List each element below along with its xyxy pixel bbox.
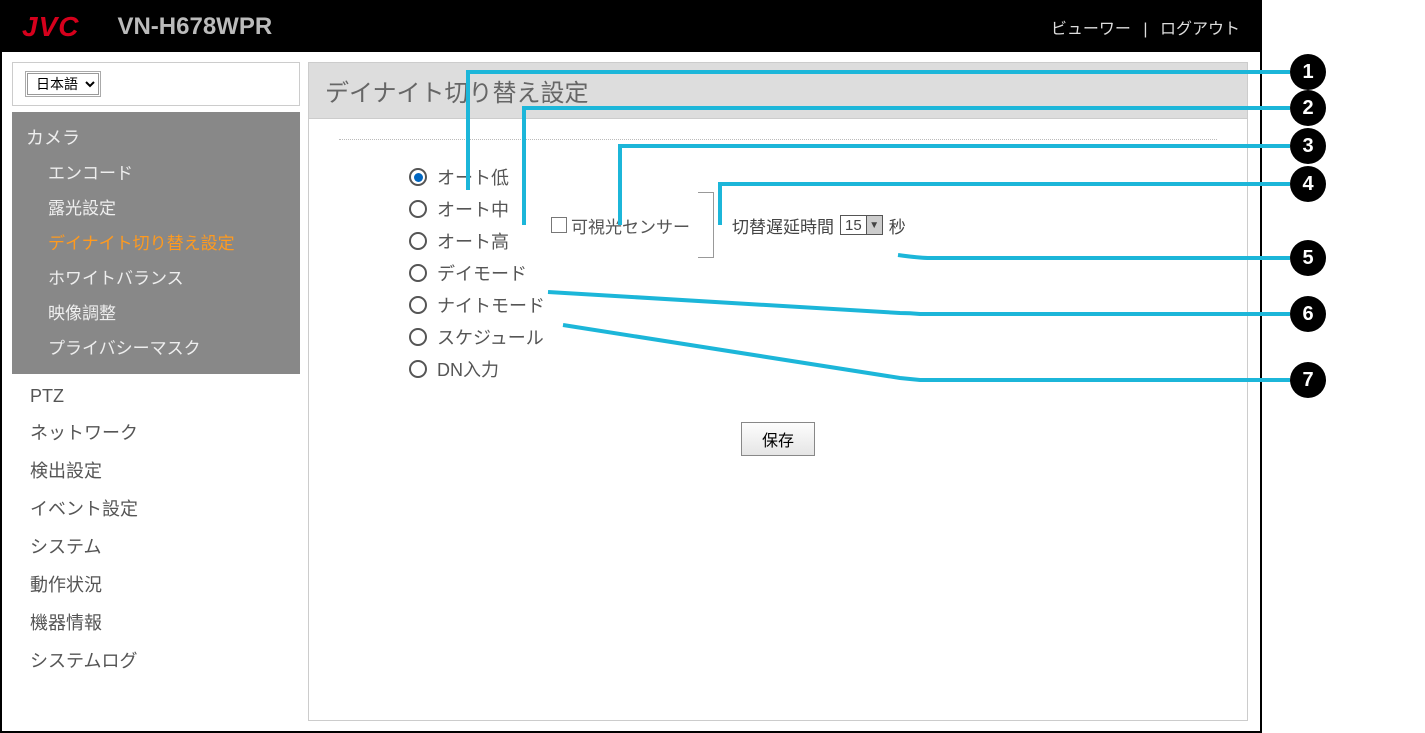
nav-camera-head[interactable]: カメラ [12,120,300,154]
mode-radio-3[interactable] [409,264,427,282]
visible-light-sensor-checkbox[interactable] [551,217,567,233]
mode-radio-label-1: オート中 [437,196,509,222]
mode-radio-1[interactable] [409,200,427,218]
logout-link[interactable]: ログアウト [1160,21,1240,38]
header-separator: | [1143,21,1147,38]
mode-radio-row-5[interactable]: スケジュール [409,324,545,350]
sidebar-camera-item-4[interactable]: 映像調整 [12,294,300,329]
nav-camera-section: カメラ エンコード露光設定デイナイト切り替え設定ホワイトバランス映像調整プライバ… [12,112,300,374]
mode-radio-group: オート低オート中オート高デイモードナイトモードスケジュール DN入力 [409,164,545,388]
sidebar-camera-item-3[interactable]: ホワイトバランス [12,259,300,294]
main-panel: デイナイト切り替え設定 オート低オート中オート高デイモードナイトモードスケジュー… [308,62,1248,721]
delay-select[interactable]: 15 ▼ [840,215,883,235]
language-select[interactable]: 日本語 [25,71,101,97]
sidebar-item-6[interactable]: 機器情報 [12,603,300,641]
mode-radio-4[interactable] [409,296,427,314]
header-right: ビューワー | ログアウト [1051,15,1240,39]
main-content: オート低オート中オート高デイモードナイトモードスケジュール DN入力 可視光センサ… [309,119,1247,476]
sidebar-item-7[interactable]: システムログ [12,641,300,679]
sidebar-camera-item-1[interactable]: 露光設定 [12,189,300,224]
save-button[interactable]: 保存 [741,422,815,456]
sidebar-item-1[interactable]: ネットワーク [12,413,300,451]
sidebar-item-4[interactable]: システム [12,527,300,565]
mode-radio-label-5: スケジュール [437,324,544,350]
page-title: デイナイト切り替え設定 [309,63,1247,119]
mode-radio-row-4[interactable]: ナイトモード [409,292,545,318]
separator-line [339,139,1217,140]
visible-light-sensor-label: 可視光センサー [571,213,690,238]
sidebar-camera-item-5[interactable]: プライバシーマスク [12,329,300,364]
mode-radio-row-2[interactable]: オート高 [409,228,545,254]
sidebar-camera-item-2[interactable]: デイナイト切り替え設定 [12,224,300,259]
header-bar: JVC VN-H678WPR ビューワー | ログアウト [2,2,1260,52]
mode-radio-row-0[interactable]: オート低 [409,164,545,190]
mode-radio-row-3[interactable]: デイモード [409,260,545,286]
callout-bubble-3: 3 [1290,128,1326,164]
brand-logo: JVC [22,11,79,43]
mode-radio-2[interactable] [409,232,427,250]
app-window: JVC VN-H678WPR ビューワー | ログアウト 日本語 カメラ エンコ… [0,0,1262,733]
callout-bubble-2: 2 [1290,90,1326,126]
language-panel: 日本語 [12,62,300,106]
mode-radio-0[interactable] [409,168,427,186]
sidebar-item-0[interactable]: PTZ [12,380,300,413]
callout-bubble-4: 4 [1290,166,1326,202]
viewer-link[interactable]: ビューワー [1051,21,1131,38]
callout-bubble-6: 6 [1290,296,1326,332]
sidebar-item-5[interactable]: 動作状況 [12,565,300,603]
body-layout: 日本語 カメラ エンコード露光設定デイナイト切り替え設定ホワイトバランス映像調整… [2,52,1260,731]
delay-unit: 秒 [889,213,906,238]
mode-radio-label-4: ナイトモード [437,292,545,318]
save-row: 保存 [339,422,1217,456]
mode-radio-label-0: オート低 [437,164,509,190]
sidebar: 日本語 カメラ エンコード露光設定デイナイト切り替え設定ホワイトバランス映像調整… [12,62,300,721]
callout-bubble-7: 7 [1290,362,1326,398]
mode-radio-label-2: オート高 [437,228,509,254]
mode-radio-row-6[interactable]: DN入力 [409,356,545,382]
nav-main-list: PTZネットワーク検出設定イベント設定システム動作状況機器情報システムログ [12,374,300,685]
mode-radio-row-1[interactable]: オート中 [409,196,545,222]
delay-value: 15 [841,217,866,234]
sidebar-item-2[interactable]: 検出設定 [12,451,300,489]
mode-radio-label-6: DN入力 [437,356,499,382]
callout-bubble-5: 5 [1290,240,1326,276]
sidebar-item-3[interactable]: イベント設定 [12,489,300,527]
language-dropdown[interactable]: 日本語 [27,73,99,95]
mode-radio-6[interactable] [409,360,427,378]
model-label: VN-H678WPR [117,13,272,41]
mode-radio-label-3: デイモード [437,260,527,286]
chevron-down-icon[interactable]: ▼ [866,216,882,234]
callout-bubble-1: 1 [1290,54,1326,90]
delay-label: 切替遅延時間 [732,213,834,238]
sidebar-camera-item-0[interactable]: エンコード [12,154,300,189]
delay-control: 切替遅延時間 15 ▼ 秒 [732,213,906,238]
mode-radio-5[interactable] [409,328,427,346]
